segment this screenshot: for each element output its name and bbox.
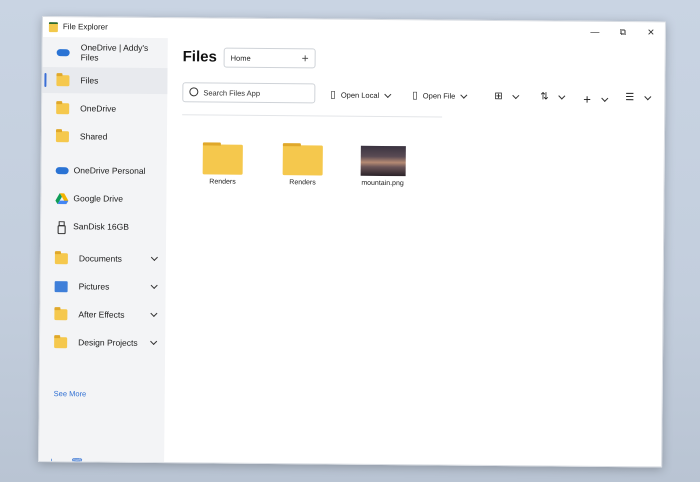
file-icon: ▯	[412, 90, 418, 102]
sidebar-item-label: Files	[80, 75, 99, 86]
sidebar-header-label: OneDrive | Addy's Files	[80, 42, 149, 63]
sidebar-item-shared[interactable]: Shared	[42, 123, 167, 150]
plus-icon: +	[583, 91, 591, 107]
sidebar-item-design-projects[interactable]: Design Projects	[40, 329, 165, 356]
app-icon	[48, 22, 58, 33]
folder-icon	[282, 145, 323, 176]
google-drive-icon	[55, 192, 69, 204]
chevron-down-icon[interactable]	[150, 253, 158, 262]
tab-label: Home	[230, 53, 251, 63]
open-local-label: Open Local	[340, 90, 380, 100]
folder-icon	[54, 336, 68, 348]
open-file-label: Open File	[422, 91, 456, 101]
folder-icon	[54, 252, 68, 264]
file-item[interactable]: mountain.png	[348, 145, 418, 188]
chevron-down-icon	[384, 90, 392, 98]
sidebar-item-label: Google Drive	[73, 193, 124, 204]
see-more-link[interactable]: See More	[54, 389, 87, 398]
sidebar-item-label: SanDisk 16GB	[73, 221, 129, 232]
usb-drive-icon	[55, 220, 68, 234]
sidebar-item-pictures[interactable]: Pictures	[41, 273, 166, 300]
maximize-button[interactable]: ⧉	[609, 22, 637, 42]
open-file-button[interactable]: ▯ Open File	[412, 90, 468, 102]
chevron-down-icon[interactable]	[150, 337, 158, 346]
search-placeholder: Search Files App	[203, 88, 261, 98]
sidebar-item-after-effects[interactable]: After Effects	[40, 301, 165, 328]
chevron-down-icon[interactable]	[150, 309, 158, 318]
search-icon	[189, 87, 199, 97]
window-controls: — ⧉ ✕	[581, 22, 665, 43]
chevron-down-icon	[558, 92, 566, 100]
open-local-button[interactable]: ▯ Open Local	[330, 89, 392, 102]
folder-icon	[54, 308, 68, 320]
sidebar-item-label: Documents	[78, 253, 122, 264]
view-mode-button[interactable]: ⊞	[494, 90, 520, 103]
sidebar-item-label: OneDrive Personal	[73, 165, 146, 176]
file-name: mountain.png	[361, 179, 404, 188]
chevron-down-icon	[600, 94, 608, 102]
sidebar-item-label: Design Projects	[78, 337, 138, 348]
cloud-icon	[55, 167, 69, 175]
image-thumbnail	[360, 145, 406, 177]
tab-home[interactable]: Home +	[223, 47, 316, 69]
new-item-button[interactable]: +	[583, 91, 608, 107]
grid-view-icon: ⊞	[494, 90, 503, 103]
minimize-button[interactable]: —	[581, 22, 609, 42]
add-tab-button[interactable]: +	[302, 51, 309, 65]
sidebar-item-documents[interactable]: Documents	[41, 245, 166, 272]
checklist-icon: ☰	[625, 92, 635, 104]
sidebar-item-onedrive[interactable]: OneDrive	[42, 95, 167, 122]
select-options-button[interactable]: ☰	[625, 92, 652, 104]
sidebar-item-sandisk[interactable]: SanDisk 16GB	[41, 213, 166, 240]
sidebar-item-label: OneDrive	[80, 103, 117, 114]
window-title: File Explorer	[62, 22, 108, 32]
file-explorer-window: File Explorer — ⧉ ✕ OneDrive | Addy's Fi…	[38, 16, 666, 468]
sidebar-item-google-drive[interactable]: Google Drive	[41, 185, 166, 212]
shared-folder-icon	[55, 130, 69, 142]
chevron-down-icon	[512, 91, 520, 99]
close-button[interactable]: ✕	[637, 22, 665, 42]
trash-icon[interactable]: 🗑	[70, 457, 84, 467]
main-content: Files Home + Search Files App ▯ Open Loc…	[164, 38, 665, 466]
toolbar-divider	[182, 114, 443, 118]
sidebar-item-label: After Effects	[78, 309, 125, 320]
folder-icon	[202, 144, 243, 175]
sidebar: OneDrive | Addy's Files Files OneDrive S…	[39, 37, 168, 467]
sidebar-item-label: Pictures	[78, 281, 110, 292]
search-input[interactable]: Search Files App	[182, 82, 316, 104]
file-item[interactable]: Renders	[188, 144, 258, 186]
folder-icon	[56, 102, 70, 114]
file-item[interactable]: Renders	[268, 145, 338, 187]
page-title: Files	[182, 48, 217, 66]
pictures-icon	[54, 280, 68, 292]
download-icon[interactable]: ⤓	[49, 457, 54, 467]
chevron-down-icon	[460, 91, 468, 99]
file-name: Renders	[209, 178, 236, 186]
sort-icon: ⇅	[540, 91, 549, 103]
sidebar-item-files[interactable]: Files	[42, 67, 168, 95]
chevron-down-icon	[644, 92, 652, 100]
cloud-icon	[56, 49, 70, 57]
chevron-down-icon[interactable]	[150, 281, 158, 290]
sidebar-bottom-actions: ⤓ 🗑	[49, 457, 84, 467]
sidebar-header-onedrive[interactable]: OneDrive | Addy's Files	[43, 39, 168, 66]
sidebar-item-onedrive-personal[interactable]: OneDrive Personal	[42, 157, 167, 184]
sidebar-item-label: Shared	[79, 131, 108, 142]
file-name: Renders	[289, 179, 316, 187]
open-local-icon: ▯	[330, 89, 336, 101]
sort-button[interactable]: ⇅	[540, 91, 566, 103]
folder-icon	[56, 74, 70, 86]
